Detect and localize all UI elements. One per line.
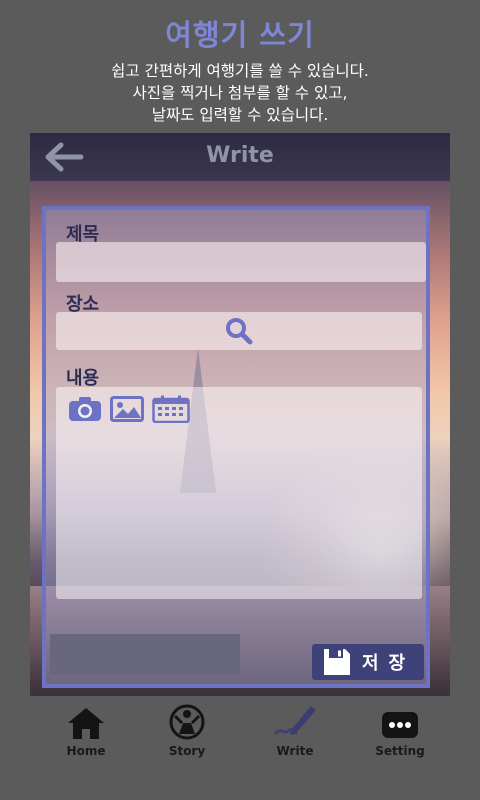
page-description: 쉽고 간편하게 여행기를 쓸 수 있습니다. 사진을 찍거나 첨부를 할 수 있… <box>0 60 480 126</box>
story-icon <box>169 704 205 740</box>
calendar-icon <box>152 395 190 423</box>
search-icon <box>226 318 253 345</box>
image-attach-button[interactable] <box>110 395 144 423</box>
nav-write[interactable]: Write <box>250 704 340 760</box>
title-input[interactable] <box>56 242 426 282</box>
app-screen: Write 제목 장소 내용 저장 <box>30 133 450 696</box>
nav-story[interactable]: Story <box>142 704 232 760</box>
description-line: 사진을 찍거나 첨부를 할 수 있고, <box>132 84 348 102</box>
nav-home[interactable]: Home <box>41 704 131 760</box>
more-icon <box>382 712 418 738</box>
app-bar-title: Write <box>206 143 274 168</box>
nav-setting[interactable]: Setting <box>355 704 445 760</box>
floppy-disk-icon <box>324 649 350 675</box>
nav-label: Setting <box>375 744 425 758</box>
camera-button[interactable] <box>68 395 102 423</box>
write-form: 제목 장소 내용 저장 <box>42 206 430 688</box>
image-icon <box>110 396 144 422</box>
pen-icon <box>274 706 316 735</box>
nav-label: Story <box>168 744 206 758</box>
camera-icon <box>69 397 101 421</box>
app-bar: Write <box>30 133 450 181</box>
nav-label: Write <box>276 744 314 758</box>
date-button[interactable] <box>152 395 190 423</box>
save-label: 저장 <box>362 653 416 674</box>
place-input[interactable] <box>56 312 422 350</box>
description-line: 쉽고 간편하게 여행기를 쓸 수 있습니다. <box>111 62 369 80</box>
description-line: 날짜도 입력할 수 있습니다. <box>151 106 329 124</box>
home-icon <box>68 708 104 739</box>
bottom-nav: Home Story Write Setting <box>0 700 480 800</box>
page-title: 여행기 쓰기 <box>165 18 315 52</box>
nav-label: Home <box>66 744 106 758</box>
content-textarea[interactable] <box>56 387 422 599</box>
save-button[interactable]: 저장 <box>312 644 424 680</box>
search-button[interactable] <box>56 317 422 345</box>
